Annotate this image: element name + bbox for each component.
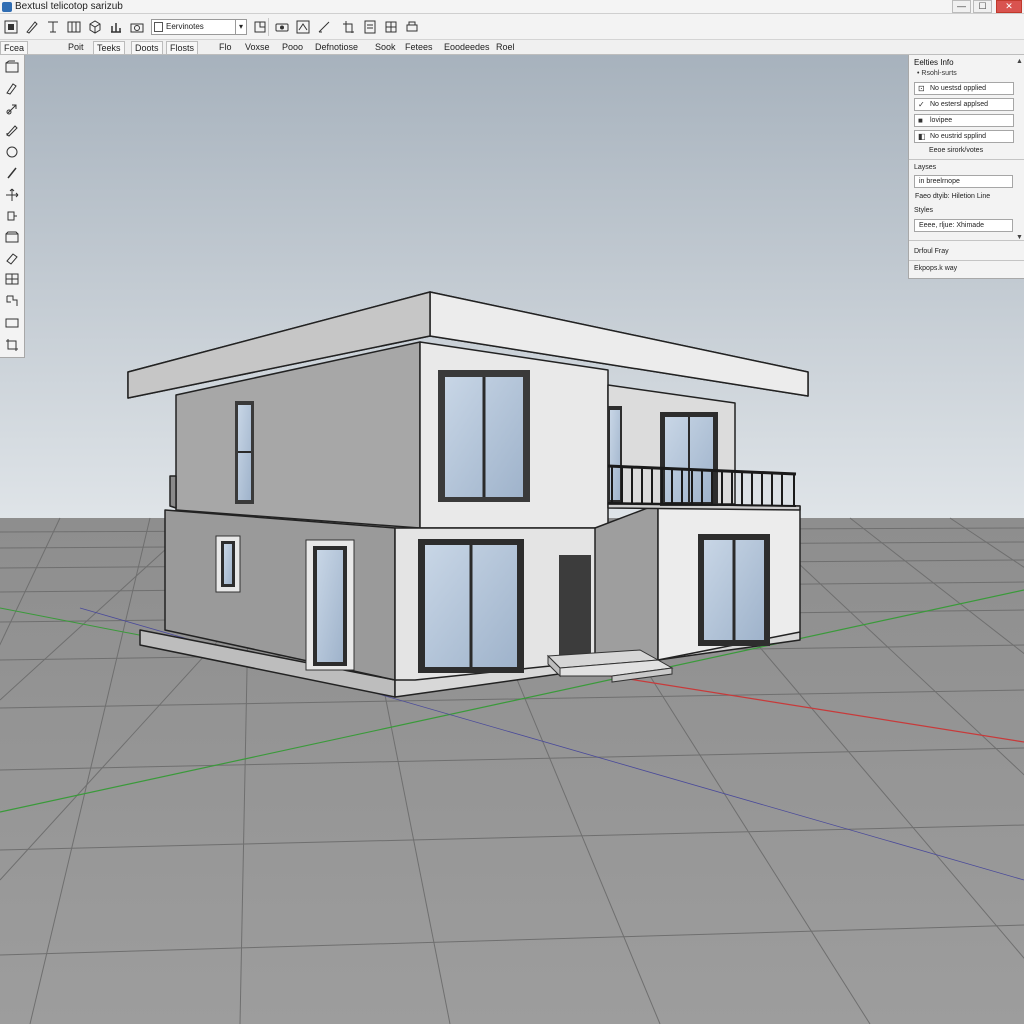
line-tool-icon[interactable] bbox=[3, 164, 21, 182]
scene-select[interactable]: Eervinotes ▾ bbox=[151, 19, 247, 35]
scene-select-value: Eervinotes bbox=[166, 22, 204, 31]
toolbar-divider bbox=[268, 18, 269, 36]
section-tool-icon[interactable] bbox=[3, 336, 21, 354]
styles-label: Styles bbox=[914, 207, 934, 214]
menu-item-sook[interactable]: Sook bbox=[375, 41, 396, 53]
menu-item-flo[interactable]: Flo bbox=[219, 41, 232, 53]
menu-item-fetees[interactable]: Fetees bbox=[405, 41, 433, 53]
notes-label: Eeoe sirork/votes bbox=[929, 147, 984, 154]
pencil-icon[interactable] bbox=[24, 19, 40, 35]
viewport-canvas[interactable] bbox=[0, 55, 1024, 1024]
eraser-tool-icon[interactable] bbox=[3, 249, 21, 267]
rectangle-tool-icon[interactable] bbox=[3, 314, 21, 332]
entity-info-subtitle: • Rsohl-surts bbox=[917, 70, 957, 77]
printer-icon[interactable] bbox=[404, 19, 420, 35]
material-row-1[interactable]: ⊡ No uestsd opplied bbox=[914, 82, 1014, 95]
minimize-button[interactable]: — bbox=[952, 0, 971, 13]
circle-tool-icon[interactable] bbox=[3, 143, 21, 161]
select-tool-icon[interactable] bbox=[3, 58, 21, 76]
menu-item-flosts[interactable]: Flosts bbox=[166, 41, 199, 55]
material-label: No uestsd opplied bbox=[930, 85, 987, 92]
cube-icon: ■ bbox=[918, 116, 923, 125]
menu-item-roel[interactable]: Roel bbox=[496, 41, 515, 53]
title-bar: Bextusl telicotop sarizub — ☐ ✕ bbox=[0, 0, 1024, 14]
menu-item-voxse[interactable]: Voxse bbox=[245, 41, 270, 53]
chevron-down-icon[interactable]: ▾ bbox=[235, 20, 246, 34]
chart-icon[interactable] bbox=[108, 19, 124, 35]
layers-label: Layses bbox=[914, 164, 937, 171]
panel-scrollbar[interactable]: ▲ ▼ bbox=[1015, 58, 1024, 248]
select-icon[interactable] bbox=[3, 19, 19, 35]
offset-tool-icon[interactable] bbox=[3, 228, 21, 246]
material-label: No eustrid spplind bbox=[930, 133, 987, 140]
camera-icon[interactable] bbox=[129, 19, 145, 35]
material-label: No estersl applsed bbox=[930, 101, 988, 108]
pen-icon[interactable] bbox=[316, 19, 332, 35]
material-row-2[interactable]: ✓ No estersl applsed bbox=[914, 98, 1014, 111]
pencil-tool-icon[interactable] bbox=[3, 121, 21, 139]
menu-item-teeks[interactable]: Teeks bbox=[93, 41, 125, 55]
face-style-label: Faeo dtyib: Hiletion Line bbox=[915, 193, 991, 200]
stamp-icon[interactable] bbox=[252, 19, 268, 35]
tool-palette bbox=[0, 55, 25, 358]
main-toolbar: Eervinotes ▾ bbox=[0, 14, 1024, 40]
scroll-down-icon[interactable]: ▼ bbox=[1016, 234, 1023, 241]
close-button[interactable]: ✕ bbox=[996, 0, 1022, 13]
draw-line-icon[interactable] bbox=[295, 19, 311, 35]
display-way-label[interactable]: Ekpops.k way bbox=[914, 265, 957, 272]
menu-item-defnotiose[interactable]: Defnotiose bbox=[315, 41, 358, 53]
move-tool-icon[interactable] bbox=[3, 186, 21, 204]
panel-divider bbox=[909, 260, 1024, 261]
panel-divider bbox=[909, 240, 1024, 241]
scale-tool-icon[interactable] bbox=[3, 270, 21, 288]
brush-icon: ✓ bbox=[918, 100, 925, 109]
material-label: lovipee bbox=[930, 117, 953, 124]
tape-measure-icon[interactable] bbox=[45, 19, 61, 35]
material-row-4[interactable]: ◧ No eustrid spplind bbox=[914, 130, 1014, 143]
push-pull-tool-icon[interactable] bbox=[3, 100, 21, 118]
app-window: Bextusl telicotop sarizub — ☐ ✕ Eervinot… bbox=[0, 0, 1024, 1024]
maximize-button[interactable]: ☐ bbox=[973, 0, 992, 13]
menu-item-pooo[interactable]: Pooo bbox=[282, 41, 303, 53]
menu-bar: Fcea Poit Teeks Doots Flosts Flo Voxse P… bbox=[0, 40, 1024, 55]
document-icon[interactable] bbox=[362, 19, 378, 35]
material-row-3[interactable]: ■ lovipee bbox=[914, 114, 1014, 127]
follow-me-tool-icon[interactable] bbox=[3, 292, 21, 310]
layer-field[interactable]: in breelrnope bbox=[914, 175, 1013, 188]
window-title: Bextusl telicotop sarizub bbox=[15, 1, 123, 12]
style-field[interactable]: Eeee, rljue: Xhimade bbox=[914, 219, 1013, 232]
menu-item-file[interactable]: Fcea bbox=[0, 41, 29, 55]
model-viewport[interactable] bbox=[0, 55, 1024, 1024]
menu-item-poit[interactable]: Poit bbox=[68, 41, 84, 53]
scene-icon bbox=[154, 22, 163, 32]
menu-item-doots[interactable]: Doots bbox=[131, 41, 163, 55]
paint-icon: ⊡ bbox=[918, 84, 925, 93]
panel-divider bbox=[909, 159, 1024, 160]
layer-icon: ◧ bbox=[918, 132, 926, 141]
wall-icon[interactable] bbox=[66, 19, 82, 35]
menu-item-eoodeedes[interactable]: Eoodeedes bbox=[444, 41, 490, 53]
clipboard-icon[interactable] bbox=[341, 19, 357, 35]
entity-info-panel: Eelties Info • Rsohl-surts ⊡ No uestsd o… bbox=[908, 55, 1024, 279]
grid-icon[interactable] bbox=[383, 19, 399, 35]
paint-tool-icon[interactable] bbox=[3, 79, 21, 97]
scroll-up-icon[interactable]: ▲ bbox=[1016, 58, 1023, 65]
app-logo-icon bbox=[2, 2, 12, 12]
box-icon[interactable] bbox=[87, 19, 103, 35]
entity-info-title: Eelties Info bbox=[914, 58, 954, 67]
default-tray-label[interactable]: Drfoul Fray bbox=[914, 248, 949, 255]
eraser-icon[interactable] bbox=[274, 19, 290, 35]
rotate-tool-icon[interactable] bbox=[3, 207, 21, 225]
